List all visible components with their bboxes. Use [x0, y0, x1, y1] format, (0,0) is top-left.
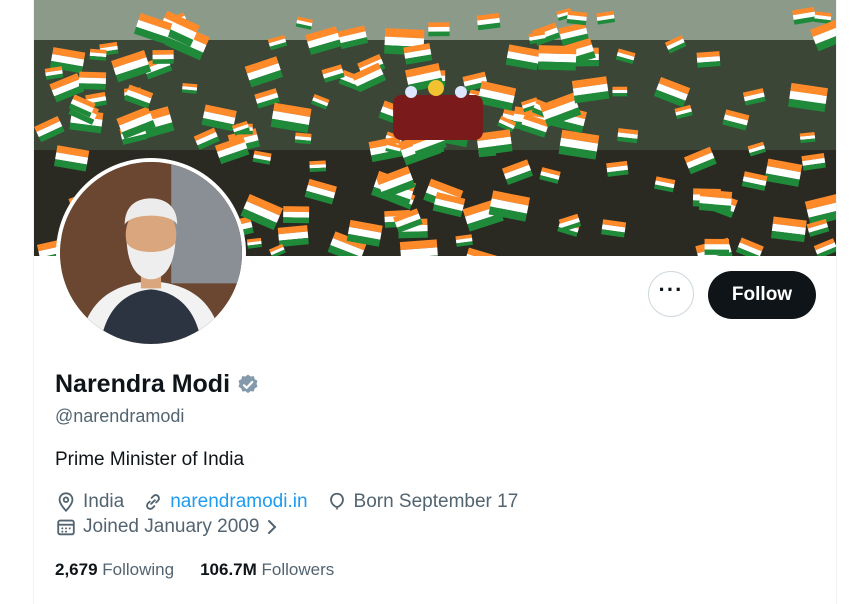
profile-name: Narendra Modi: [55, 370, 231, 398]
name-row: Narendra Modi: [55, 370, 260, 399]
followers-count: 106.7M: [200, 560, 257, 579]
profile-handle: @narendramodi: [55, 406, 185, 426]
location-item: India: [55, 491, 124, 513]
profile-meta-row: India narendramodi.in Born September 17: [55, 491, 536, 513]
avatar-image: [60, 162, 242, 344]
following-label: Following: [102, 560, 175, 579]
born-text: Born September 17: [353, 491, 519, 512]
location-pin-icon: [58, 492, 74, 513]
more-options-button[interactable]: ···: [648, 271, 694, 317]
link-icon: [146, 494, 161, 510]
followers-link[interactable]: 106.7M Followers: [200, 560, 334, 580]
joined-text: Joined January 2009: [83, 516, 260, 537]
verified-badge-icon[interactable]: [236, 373, 260, 397]
following-link[interactable]: 2,679 Following: [55, 560, 174, 580]
profile-avatar[interactable]: [56, 158, 246, 348]
joined-row: Joined January 2009: [55, 516, 279, 538]
location-text: India: [83, 491, 125, 512]
following-count: 2,679: [55, 560, 98, 579]
calendar-icon: [57, 519, 75, 536]
follow-button[interactable]: Follow: [708, 271, 816, 319]
chevron-right-icon[interactable]: [265, 518, 279, 536]
profile-stats: 2,679 Following 106.7M Followers: [55, 560, 360, 580]
followers-label: Followers: [261, 560, 335, 579]
more-options-icon: ···: [658, 277, 684, 302]
born-item: Born September 17: [326, 491, 519, 513]
website-item[interactable]: narendramodi.in: [142, 491, 308, 513]
website-link[interactable]: narendramodi.in: [170, 491, 307, 513]
balloon-icon: [329, 492, 344, 510]
profile-page: ··· Follow Narendra Modi @narendramodi P…: [33, 0, 837, 604]
profile-bio: Prime Minister of India: [55, 449, 245, 470]
